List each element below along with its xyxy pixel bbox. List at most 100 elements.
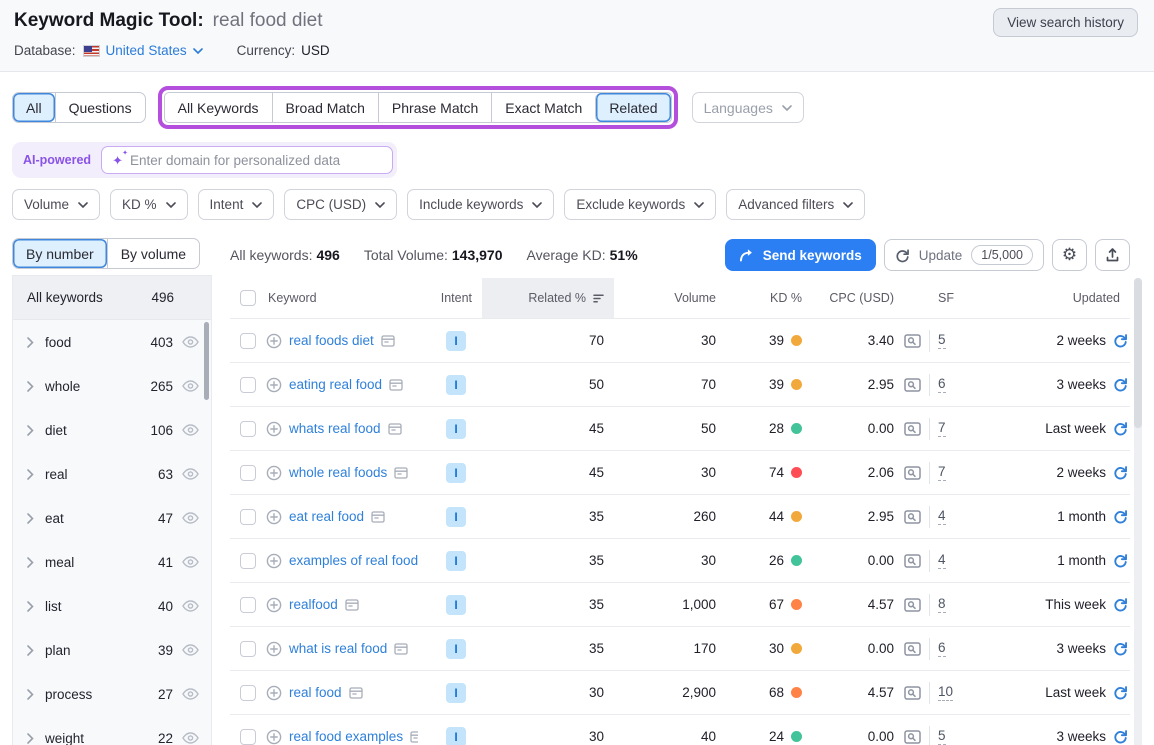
intent-badge[interactable]: I [446, 331, 466, 351]
refresh-icon[interactable] [1113, 729, 1128, 744]
intent-badge[interactable]: I [446, 727, 466, 745]
serp-preview-icon[interactable] [904, 598, 921, 612]
eye-icon[interactable] [182, 424, 199, 436]
serp-card-icon[interactable] [345, 599, 359, 611]
refresh-icon[interactable] [1113, 685, 1128, 700]
update-button[interactable]: Update 1/5,000 [884, 239, 1044, 271]
add-keyword-icon[interactable] [266, 729, 282, 745]
add-keyword-icon[interactable] [266, 553, 282, 569]
keyword-link[interactable]: what is real food [289, 641, 387, 656]
row-checkbox[interactable] [240, 553, 256, 569]
refresh-icon[interactable] [1113, 509, 1128, 524]
refresh-icon[interactable] [1113, 597, 1128, 612]
view-search-history-button[interactable]: View search history [993, 8, 1138, 37]
keyword-group-item[interactable]: plan 39 [13, 628, 211, 672]
serp-preview-icon[interactable] [904, 378, 921, 392]
sort-toggle-tab[interactable]: By volume [107, 239, 199, 268]
sidebar-scrollbar-thumb[interactable] [204, 322, 209, 400]
filter-dropdown[interactable]: Include keywords [407, 189, 554, 220]
match-type-tab[interactable]: Related [595, 93, 670, 122]
add-keyword-icon[interactable] [266, 641, 282, 657]
refresh-icon[interactable] [1113, 333, 1128, 348]
table-scrollbar-thumb[interactable] [1134, 278, 1142, 428]
chevron-right-icon[interactable] [27, 557, 34, 568]
sf-count[interactable]: 4 [938, 552, 946, 570]
keyword-type-tab[interactable]: All [13, 93, 55, 122]
refresh-icon[interactable] [1113, 421, 1128, 436]
serp-card-icon[interactable] [349, 687, 363, 699]
col-volume[interactable]: Volume [614, 291, 726, 305]
eye-icon[interactable] [182, 380, 199, 392]
keyword-group-item[interactable]: weight 22 [13, 716, 211, 745]
keyword-group-item[interactable]: food 403 [13, 320, 211, 364]
keyword-group-item[interactable]: diet 106 [13, 408, 211, 452]
filter-dropdown[interactable]: Intent [198, 189, 275, 220]
filter-dropdown[interactable]: Exclude keywords [564, 189, 716, 220]
sf-count[interactable]: 7 [938, 420, 946, 438]
database-selector[interactable]: United States [106, 43, 203, 58]
sort-toggle-tab[interactable]: By number [13, 239, 107, 268]
intent-badge[interactable]: I [446, 463, 466, 483]
add-keyword-icon[interactable] [266, 597, 282, 613]
sf-count[interactable]: 5 [938, 332, 946, 350]
keyword-link[interactable]: eating real food [289, 377, 382, 392]
intent-badge[interactable]: I [446, 639, 466, 659]
row-checkbox[interactable] [240, 641, 256, 657]
serp-preview-icon[interactable] [904, 686, 921, 700]
settings-button[interactable]: ⚙ [1052, 239, 1087, 271]
eye-icon[interactable] [182, 556, 199, 568]
keyword-link[interactable]: real foods diet [289, 333, 374, 348]
eye-icon[interactable] [182, 688, 199, 700]
keyword-link[interactable]: real food examples [289, 729, 403, 744]
eye-icon[interactable] [182, 644, 199, 656]
filter-dropdown[interactable]: KD % [110, 189, 188, 220]
serp-card-icon[interactable] [410, 731, 418, 743]
serp-preview-icon[interactable] [904, 642, 921, 656]
keyword-group-item[interactable]: real 63 [13, 452, 211, 496]
chevron-right-icon[interactable] [27, 689, 34, 700]
col-intent[interactable]: Intent [418, 291, 482, 305]
add-keyword-icon[interactable] [266, 685, 282, 701]
intent-badge[interactable]: I [446, 507, 466, 527]
keyword-link[interactable]: whats real food [289, 421, 381, 436]
chevron-right-icon[interactable] [27, 469, 34, 480]
sf-count[interactable]: 8 [938, 596, 946, 614]
chevron-right-icon[interactable] [27, 513, 34, 524]
serp-card-icon[interactable] [394, 643, 408, 655]
col-updated[interactable]: Updated [984, 291, 1130, 305]
row-checkbox[interactable] [240, 333, 256, 349]
row-checkbox[interactable] [240, 685, 256, 701]
keyword-link[interactable]: eat real food [289, 509, 364, 524]
chevron-right-icon[interactable] [27, 337, 34, 348]
keyword-type-tab[interactable]: Questions [55, 93, 145, 122]
languages-dropdown[interactable]: Languages [692, 92, 804, 123]
refresh-icon[interactable] [1113, 553, 1128, 568]
match-type-tab[interactable]: Phrase Match [378, 93, 491, 122]
col-kd[interactable]: KD % [726, 291, 812, 305]
refresh-icon[interactable] [1113, 465, 1128, 480]
add-keyword-icon[interactable] [266, 377, 282, 393]
keyword-link[interactable]: examples of real food [289, 553, 418, 568]
serp-card-icon[interactable] [388, 423, 402, 435]
serp-preview-icon[interactable] [904, 334, 921, 348]
row-checkbox[interactable] [240, 377, 256, 393]
keyword-group-item[interactable]: eat 47 [13, 496, 211, 540]
send-keywords-button[interactable]: Send keywords [725, 239, 876, 271]
intent-badge[interactable]: I [446, 595, 466, 615]
keyword-group-item[interactable]: process 27 [13, 672, 211, 716]
serp-preview-icon[interactable] [904, 554, 921, 568]
chevron-right-icon[interactable] [27, 381, 34, 392]
row-checkbox[interactable] [240, 509, 256, 525]
serp-card-icon[interactable] [381, 335, 395, 347]
keyword-group-item[interactable]: meal 41 [13, 540, 211, 584]
sf-count[interactable]: 6 [938, 376, 946, 394]
serp-preview-icon[interactable] [904, 510, 921, 524]
row-checkbox[interactable] [240, 465, 256, 481]
table-scrollbar[interactable] [1134, 278, 1142, 745]
intent-badge[interactable]: I [446, 551, 466, 571]
col-cpc[interactable]: CPC (USD) [812, 291, 904, 305]
intent-badge[interactable]: I [446, 419, 466, 439]
chevron-right-icon[interactable] [27, 425, 34, 436]
chevron-right-icon[interactable] [27, 601, 34, 612]
intent-badge[interactable]: I [446, 683, 466, 703]
